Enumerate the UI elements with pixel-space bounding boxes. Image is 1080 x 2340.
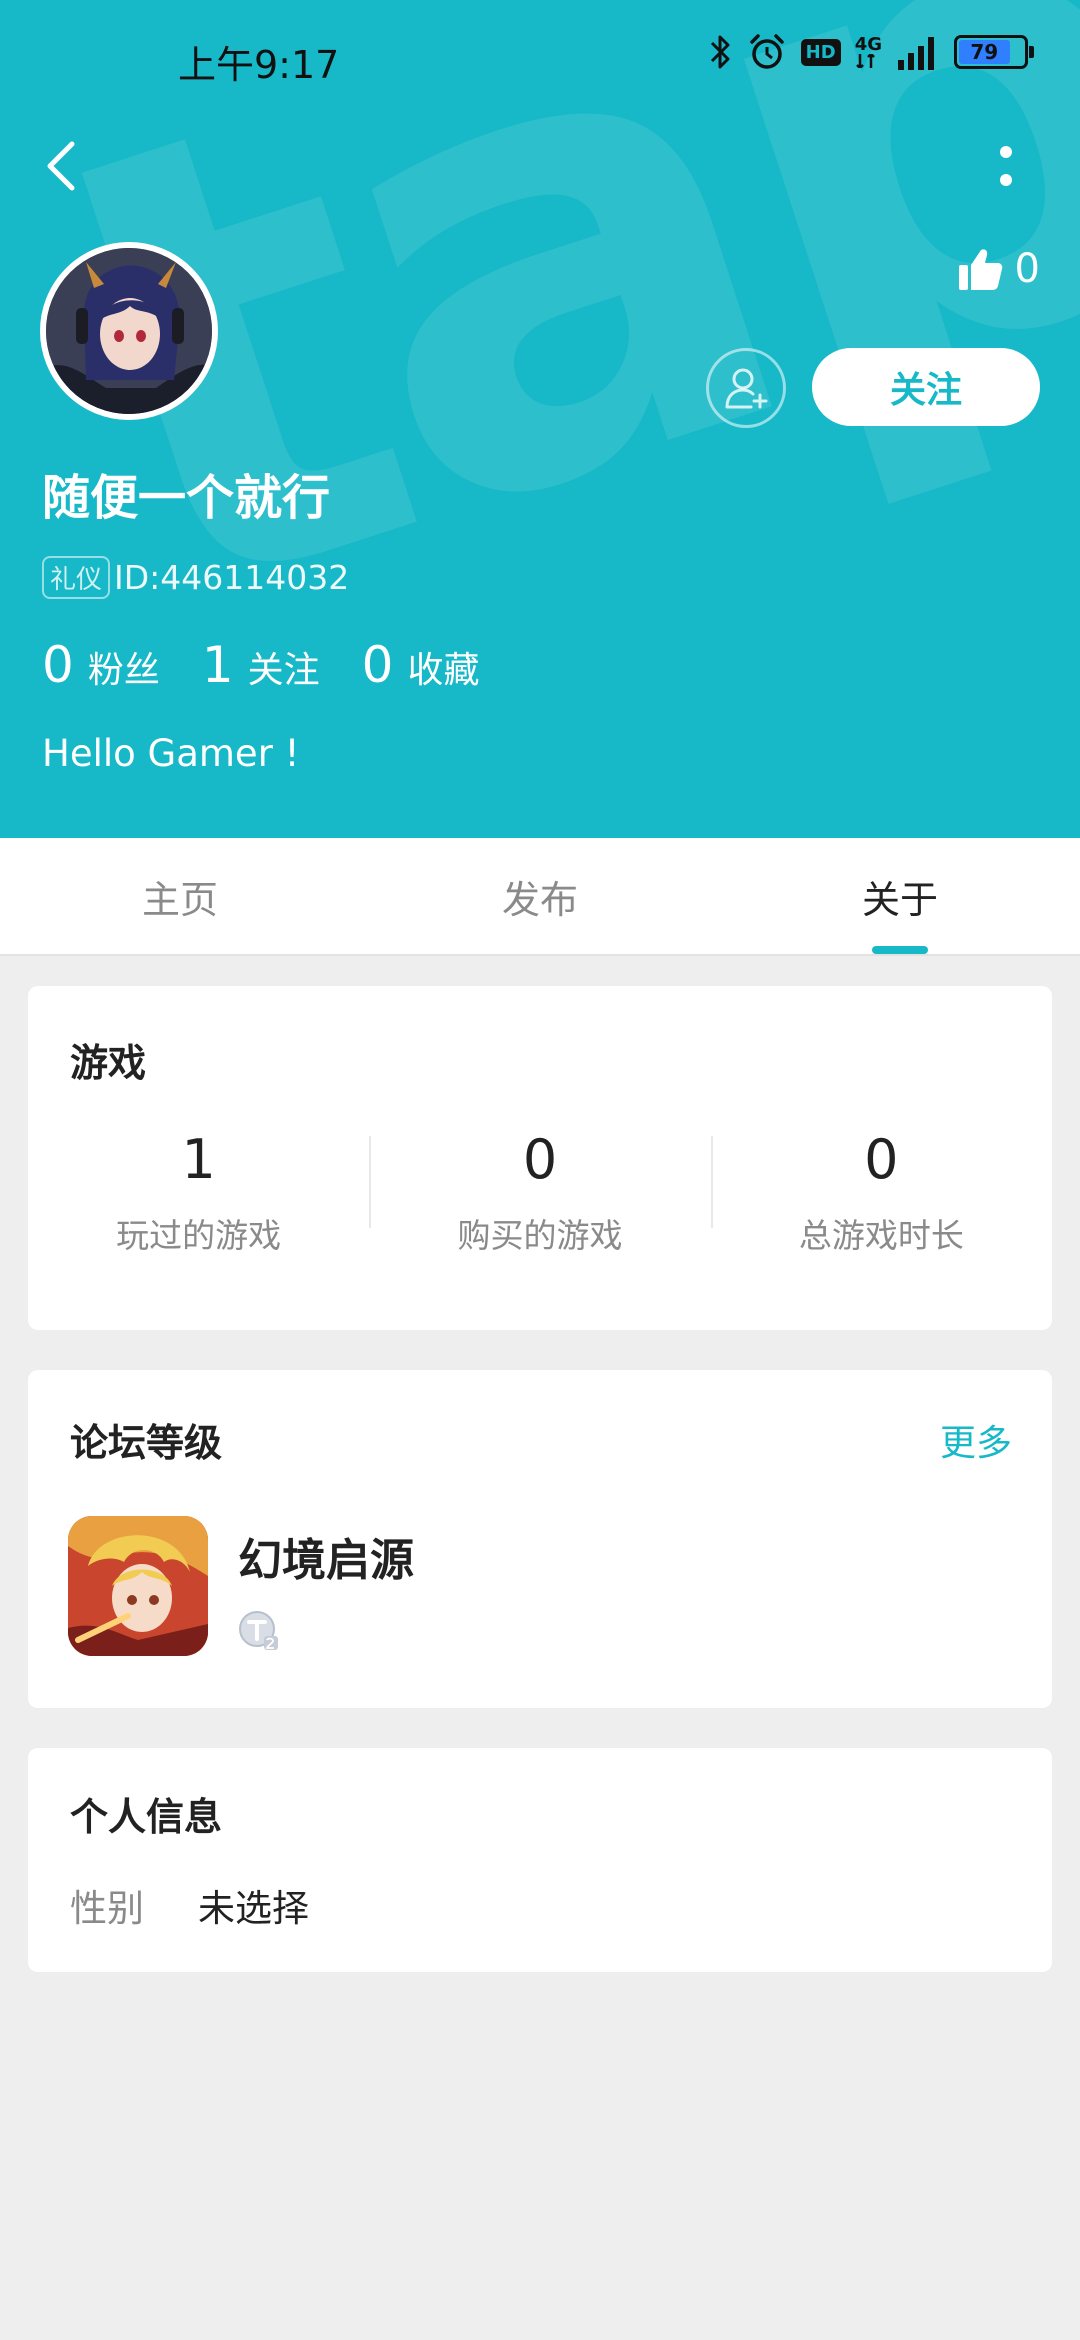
stat-following-count: 1 [201,636,234,694]
tab-about-label: 关于 [861,877,938,922]
playtime-count: 0 [864,1128,899,1191]
purchased-games-stat[interactable]: 0 购买的游戏 [369,1106,710,1257]
network-label: 4G [854,34,882,55]
game-stats: 1 玩过的游戏 0 购买的游戏 0 总游戏时长 [28,1106,1052,1257]
gender-row: 性别 未选择 [70,1878,309,1932]
purchased-games-count: 0 [522,1128,558,1191]
game-app-icon [68,1516,208,1656]
stat-following-label: 关注 [247,650,320,691]
gender-value: 未选择 [198,1887,309,1930]
back-button[interactable] [36,134,86,198]
forum-level-card: 论坛等级 更多 幻境启源 [28,1370,1052,1708]
stat-fans[interactable]: 0 粉丝 [42,636,160,694]
stat-favorites-count: 0 [361,636,394,694]
hd-icon: HD [800,38,841,66]
likes-count: 0 [1014,246,1040,292]
user-id-row: 礼仪 ID:446114032 [42,556,349,599]
add-user-icon [725,368,768,409]
user-tag-badge[interactable]: 礼仪 [42,556,111,599]
tab-posts[interactable]: 发布 [360,838,720,954]
username: 随便一个就行 [42,470,331,526]
tab-home[interactable]: 主页 [0,838,360,954]
stat-following[interactable]: 1 关注 [202,636,320,694]
played-games-label: 玩过的游戏 [116,1216,282,1255]
alarm-icon [747,32,787,72]
network-icon: 4G [855,36,882,68]
user-id: ID:446114032 [114,558,350,597]
status-bar: 上午9:17 HD 4G 79 [0,0,1080,116]
games-card: 游戏 1 玩过的游戏 0 购买的游戏 0 总游戏时长 [28,986,1052,1330]
playtime-label: 总游戏时长 [798,1216,964,1255]
profile-header: tap 上午9:17 HD 4G 79 0 关注 随便一个就行 礼仪 ID:44… [0,0,1080,838]
chevron-left-icon [47,141,75,191]
profile-tabs: 主页 发布 关于 [0,838,1080,956]
status-icons: HD 4G 79 [709,32,1034,72]
more-vertical-icon [1000,146,1012,186]
level-badge-icon [238,1610,280,1652]
battery-level: 79 [959,40,1010,64]
tab-home-label: 主页 [141,877,218,922]
purchased-games-label: 购买的游戏 [457,1216,623,1255]
played-games-stat[interactable]: 1 玩过的游戏 [28,1106,369,1257]
game-name: 幻境启源 [238,1535,414,1586]
bluetooth-icon [709,32,733,72]
battery-icon: 79 [954,35,1034,69]
tab-posts-label: 发布 [501,877,578,922]
personal-info-card: 个人信息 性别 未选择 [28,1748,1052,1972]
stat-fans-count: 0 [42,636,74,694]
stat-favorites-label: 收藏 [407,650,480,691]
game-info: 幻境启源 [238,1516,414,1656]
more-menu-button[interactable] [988,138,1024,194]
tab-about[interactable]: 关于 [720,838,1080,954]
likes-counter[interactable]: 0 [957,246,1040,292]
avatar-image [46,248,212,414]
stat-fans-label: 粉丝 [87,650,160,691]
playtime-stat[interactable]: 0 总游戏时长 [710,1106,1052,1257]
signal-icon [896,34,940,70]
thumbs-up-icon [958,249,1002,290]
avatar[interactable] [40,242,218,420]
active-tab-indicator [872,946,928,954]
played-games-count: 1 [181,1128,216,1191]
user-bio: Hello Gamer ! [42,732,300,775]
games-card-title: 游戏 [70,1041,147,1085]
gender-label: 性别 [70,1887,144,1930]
add-friend-button[interactable] [706,348,786,428]
status-time: 上午9:17 [178,43,340,87]
personal-info-title: 个人信息 [70,1795,223,1839]
forum-more-link[interactable]: 更多 [940,1414,1012,1466]
profile-stats: 0 粉丝 1 关注 0 收藏 [42,636,521,694]
follow-button[interactable]: 关注 [812,348,1040,426]
stat-favorites[interactable]: 0 收藏 [362,636,480,694]
forum-level-title: 论坛等级 [70,1421,223,1465]
forum-game-item[interactable]: 幻境启源 [68,1516,414,1656]
